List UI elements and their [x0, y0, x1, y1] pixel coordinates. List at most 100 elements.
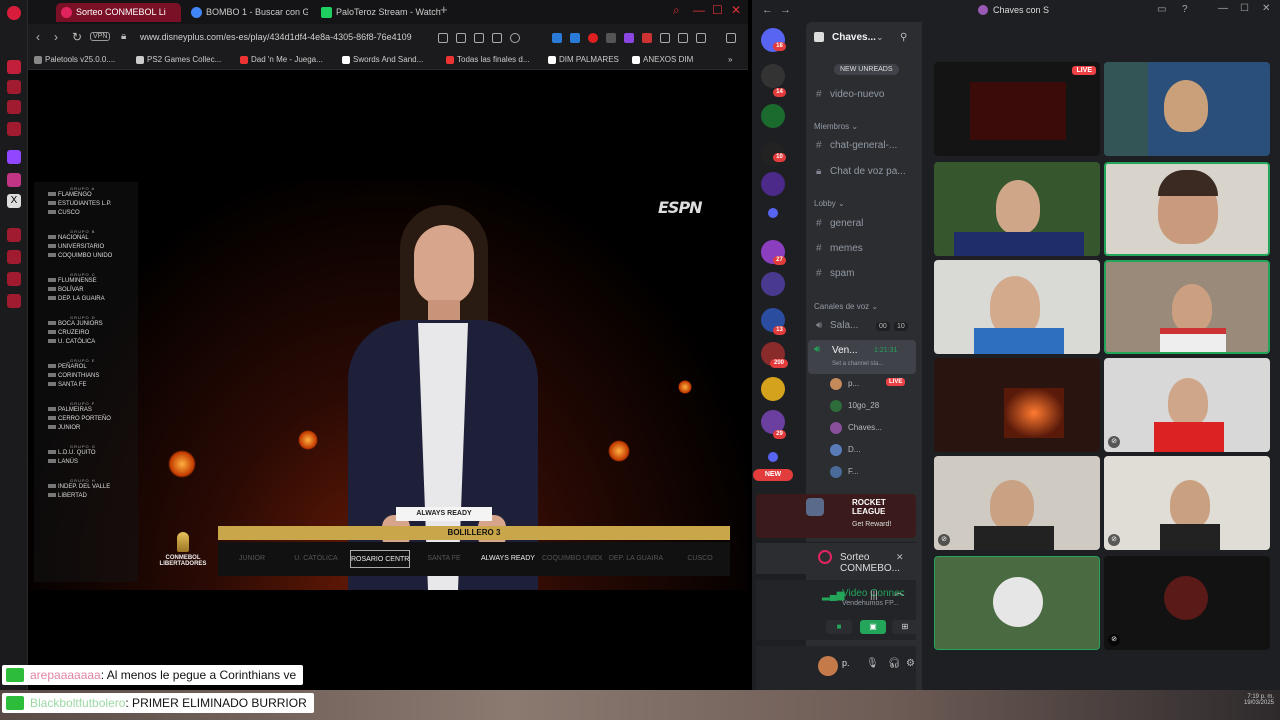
downloads-icon[interactable]: [7, 250, 21, 264]
twitch-icon[interactable]: [7, 150, 21, 164]
forward-icon[interactable]: →: [780, 4, 791, 16]
category-voice[interactable]: Canales de voz ⌄: [814, 302, 878, 311]
close-icon[interactable]: ✕: [731, 3, 741, 17]
bookmark-item[interactable]: Dad 'n Me - Juega...: [240, 55, 323, 64]
aria-ai-icon[interactable]: [696, 33, 706, 43]
voice-user[interactable]: 10go_28: [830, 400, 879, 412]
video-player[interactable]: GRUPO A FLAMENGO ESTUDIANTES L.P. CUSCO GRUP…: [28, 70, 748, 690]
server-icon[interactable]: [761, 64, 785, 88]
close-icon[interactable]: ✕: [1262, 3, 1270, 14]
extension-translate-icon[interactable]: [552, 33, 562, 43]
video-tile[interactable]: [934, 358, 1100, 452]
heart-icon[interactable]: [510, 33, 520, 43]
stream-card[interactable]: Sorteo CONMEBO... ✕: [756, 542, 916, 574]
video-tile-speaking[interactable]: [1104, 162, 1270, 256]
chevron-down-icon[interactable]: ⌄: [876, 32, 884, 43]
puzzle-icon[interactable]: [660, 33, 670, 43]
forward-icon[interactable]: ›: [54, 30, 58, 44]
snapshot-icon[interactable]: [474, 33, 484, 43]
server-icon[interactable]: [761, 104, 785, 128]
folder-icon[interactable]: [768, 452, 778, 462]
video-tile-speaking[interactable]: [1104, 260, 1270, 354]
bookmark-item[interactable]: Todas las finales d...: [446, 55, 529, 64]
video-tile[interactable]: ⊘: [1104, 456, 1270, 550]
channel-general[interactable]: # general: [816, 218, 863, 229]
category-miembros[interactable]: Miembros ⌄: [814, 122, 858, 131]
channel-spam[interactable]: # spam: [816, 268, 854, 279]
extension-music-icon[interactable]: [642, 33, 652, 43]
url-field[interactable]: www.disneyplus.com/es-es/play/434d1df4-4…: [140, 32, 430, 42]
new-tab-button[interactable]: +: [440, 2, 448, 17]
stream-tile[interactable]: LIVE: [934, 62, 1100, 156]
bookmark-item[interactable]: Swords And Sand...: [342, 55, 423, 64]
bookmark-item[interactable]: DIM PALMARES: [548, 55, 619, 64]
workspace-icon[interactable]: [7, 80, 21, 94]
back-icon[interactable]: ←: [762, 4, 773, 16]
maximize-icon[interactable]: ☐: [1240, 3, 1249, 14]
inbox-icon[interactable]: ▭: [1157, 4, 1166, 15]
bookmark-item[interactable]: Paletools v25.0.0....: [34, 55, 115, 64]
extension-purple-icon[interactable]: [624, 33, 634, 43]
extension-red-icon[interactable]: [588, 33, 598, 43]
voice-user[interactable]: p...: [830, 378, 859, 390]
rocket-league-promo[interactable]: ROCKET LEAGUE Get Reward!: [756, 494, 916, 538]
tab-bombo[interactable]: BOMBO 1 - Buscar con Go: [186, 3, 308, 22]
vpn-badge[interactable]: VPN: [90, 32, 111, 41]
new-unreads-pill[interactable]: NEW UNREADS: [834, 64, 899, 75]
minimize-icon[interactable]: —: [693, 3, 705, 17]
bookmark-item[interactable]: ANEXOS DIM: [632, 55, 693, 64]
camera-icon[interactable]: ■: [826, 620, 852, 634]
voice-channel-ven[interactable]: 🔊︎ Ven... 1:21:31 Set a channel sta...: [808, 340, 916, 374]
settings-icon[interactable]: [7, 294, 21, 308]
video-tile[interactable]: [934, 260, 1100, 354]
video-tile[interactable]: [1104, 62, 1270, 156]
voice-user[interactable]: F...: [830, 466, 859, 478]
tab-sorteo[interactable]: Sorteo CONMEBOL Li: [56, 3, 181, 22]
bookmark-item[interactable]: PS2 Games Collec...: [136, 55, 221, 64]
microphone-icon[interactable]: 🎙︎: [866, 658, 879, 669]
instagram-icon[interactable]: [7, 173, 21, 187]
minimize-icon[interactable]: —: [1218, 3, 1228, 14]
close-stream-icon[interactable]: ✕: [896, 552, 904, 563]
more-bookmarks-icon[interactable]: »: [728, 55, 732, 64]
channel-chat-general[interactable]: # chat-general-...: [816, 140, 897, 151]
x-icon[interactable]: X: [7, 194, 21, 208]
games-icon[interactable]: [7, 122, 21, 136]
server-icon[interactable]: [761, 172, 785, 196]
video-tile[interactable]: [934, 162, 1100, 256]
avatar-tile[interactable]: [934, 556, 1100, 650]
server-icon[interactable]: [761, 272, 785, 296]
voice-channel-sala[interactable]: 🔊︎ Sala...: [816, 320, 858, 331]
lock-icon[interactable]: 🔒︎: [121, 31, 126, 42]
opera-logo-icon[interactable]: [7, 6, 21, 20]
voice-user[interactable]: Chaves...: [830, 422, 882, 434]
headphones-icon[interactable]: 🎧︎: [888, 658, 901, 669]
server-icon[interactable]: [761, 377, 785, 401]
maximize-icon[interactable]: ☐: [712, 3, 723, 17]
new-badge[interactable]: NEW: [753, 469, 793, 481]
extension-icon[interactable]: [570, 33, 580, 43]
folder-icon[interactable]: [768, 208, 778, 218]
avatar[interactable]: [818, 656, 838, 676]
history-icon[interactable]: [7, 228, 21, 242]
help-icon[interactable]: ?: [1182, 4, 1188, 15]
activities-icon[interactable]: ⊞: [892, 620, 918, 634]
download-icon[interactable]: [678, 33, 688, 43]
shopping-icon[interactable]: [7, 100, 21, 114]
channel-chat-de-voz[interactable]: 🔒︎ Chat de voz pa...: [816, 166, 906, 177]
reload-icon[interactable]: ↻: [72, 30, 82, 44]
video-tile[interactable]: ⊘: [1104, 358, 1270, 452]
extensions-icon[interactable]: [7, 272, 21, 286]
voice-user[interactable]: D...: [830, 444, 860, 456]
extension-counter-icon[interactable]: [606, 33, 616, 43]
noise-suppression-icon[interactable]: |||: [870, 590, 878, 601]
aria-icon[interactable]: [7, 60, 21, 74]
channel-memes[interactable]: # memes: [816, 243, 863, 254]
tab-kick-stream[interactable]: PaloTeroz Stream - Watch: [316, 3, 446, 22]
shield-icon[interactable]: [492, 33, 502, 43]
video-tile[interactable]: ⊘: [934, 456, 1100, 550]
add-member-icon[interactable]: ⚲: [900, 32, 907, 43]
screen-share-icon[interactable]: ▣: [860, 620, 886, 634]
server-name[interactable]: Chaves...: [832, 32, 876, 43]
zoom-icon[interactable]: [438, 33, 448, 43]
